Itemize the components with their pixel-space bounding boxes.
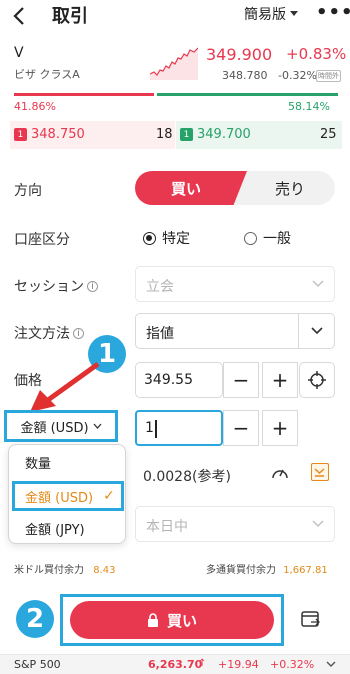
order-method-label: 注文方法 i	[14, 323, 84, 343]
chevron-down-icon	[312, 280, 324, 288]
expiry-select[interactable]: 本日中	[135, 506, 335, 542]
multi-buying-power-label: 多通貨買付余力	[206, 565, 276, 576]
price-decrement-button[interactable]: −	[223, 362, 259, 398]
dropdown-item-usd-label: 金額 (USD)	[25, 490, 94, 506]
info-icon[interactable]: i	[73, 327, 84, 339]
buy-toggle[interactable]: 買い	[135, 171, 247, 205]
radio-empty-icon	[244, 231, 257, 245]
expiry-value: 本日中	[146, 519, 188, 535]
caret-down-icon	[290, 11, 298, 16]
ratio-bar-buy	[157, 93, 338, 96]
stock-change-pct: +0.83%	[286, 45, 347, 63]
crosshair-icon	[308, 371, 326, 389]
back-arrow-icon	[13, 7, 24, 25]
stock-price: 349.900	[206, 45, 273, 64]
mode-label: 簡易版	[244, 7, 286, 23]
session-label: セッション i	[14, 276, 98, 296]
price-increment-button[interactable]: +	[262, 362, 298, 398]
speed-gauge-icon[interactable]	[270, 464, 290, 486]
after-hours-badge: 時間外	[316, 70, 341, 82]
account-general-radio[interactable]: 一般	[244, 228, 291, 248]
ask-price[interactable]: 349.700	[197, 127, 251, 142]
usd-buying-power-label: 米ドル買付余力	[14, 565, 84, 576]
price-target-button[interactable]	[299, 362, 335, 398]
session-select[interactable]: 立会	[135, 266, 335, 302]
index-name: S&P 500	[14, 658, 61, 671]
estimate-text: 0.0028(参考)	[143, 469, 231, 485]
order-method-select[interactable]: 指値	[135, 313, 335, 349]
amount-input[interactable]: 1	[135, 410, 223, 446]
index-ticker-bar[interactable]: S&P 500 6,263.70 ↑ +19.94 +0.32%	[0, 654, 350, 674]
index-change: +19.94	[218, 658, 259, 671]
buy-ratio: 58.14%	[288, 100, 330, 113]
buy-button-label: 買い	[166, 611, 197, 630]
ask-qty: 25	[320, 127, 337, 142]
ask-level-badge: 1	[180, 128, 193, 141]
multi-buying-power-value: 1,667.81	[283, 565, 328, 576]
session-label-text: セッション	[14, 279, 84, 295]
chevron-down-icon[interactable]	[326, 661, 336, 668]
lock-icon	[147, 613, 158, 627]
sell-ratio: 41.86%	[14, 100, 56, 113]
usd-buying-power: 米ドル買付余力 8.43	[14, 561, 115, 576]
session-value: 立会	[146, 279, 174, 295]
page-title: 取引	[52, 6, 88, 27]
stock-name: ビザ クラスA	[14, 68, 80, 81]
info-icon[interactable]: i	[87, 280, 98, 292]
amount-decrement-button[interactable]: −	[223, 410, 259, 446]
mode-selector[interactable]: 簡易版	[244, 4, 298, 24]
price-value: 349.55	[144, 372, 193, 388]
account-specific-radio[interactable]: 特定	[143, 228, 190, 248]
chevron-down-icon	[312, 520, 324, 528]
more-dots-icon[interactable]: •••	[316, 2, 350, 23]
amount-type-label: 金額 (USD)	[20, 420, 89, 436]
order-method-label-text: 注文方法	[14, 326, 70, 342]
multi-currency-buying-power: 多通貨買付余力 1,667.81	[206, 561, 328, 576]
direction-label: 方向	[14, 183, 42, 199]
stock-ticker: V	[14, 45, 24, 61]
prev-price: 348.780	[222, 69, 268, 82]
price-input[interactable]: 349.55	[135, 362, 223, 398]
index-change-pct: +0.32%	[270, 658, 315, 671]
up-arrow-icon: ↑	[198, 658, 207, 669]
step-2-callout: 2	[16, 600, 54, 638]
step-2-number: 2	[25, 604, 45, 634]
bid-price[interactable]: 348.750	[31, 127, 85, 142]
account-label: 口座区分	[14, 232, 70, 248]
bid-level-badge: 1	[14, 128, 27, 141]
sell-toggle-label: 売り	[274, 179, 305, 198]
text-cursor	[155, 420, 157, 438]
direction-toggle: 買い 売り	[135, 171, 335, 205]
usd-buying-power-value: 8.43	[93, 565, 116, 576]
bid-qty: 18	[156, 127, 173, 142]
buy-button[interactable]: 買い	[70, 601, 274, 639]
account-specific-label: 特定	[162, 231, 190, 247]
prev-change: -0.32%	[278, 69, 317, 82]
sell-toggle[interactable]: 売り	[245, 171, 335, 205]
dropdown-item-jpy[interactable]: 金額 (JPY)	[25, 519, 85, 538]
order-method-value: 指値	[146, 326, 174, 342]
index-value: 6,263.70	[148, 658, 203, 671]
back-button[interactable]	[8, 4, 32, 28]
chevron-down-icon	[93, 423, 102, 429]
checkmark-icon: ✓	[103, 488, 115, 504]
dropdown-item-usd[interactable]: 金額 (USD) ✓	[12, 481, 124, 511]
amount-increment-button[interactable]: +	[262, 410, 298, 446]
buy-toggle-label: 買い	[170, 179, 201, 198]
price-sparkline	[150, 47, 198, 80]
step-1-arrow	[30, 362, 100, 412]
radio-selected-icon	[143, 231, 156, 245]
calculator-icon[interactable]	[311, 463, 329, 481]
ratio-bar-sell	[14, 93, 154, 96]
amount-type-dropdown: 数量 金額 (USD) ✓ 金額 (JPY)	[8, 444, 126, 544]
account-general-label: 一般	[263, 231, 291, 247]
amount-type-selector[interactable]: 金額 (USD)	[4, 410, 118, 442]
amount-value: 1	[145, 420, 154, 436]
chevron-down-icon	[310, 327, 323, 335]
order-history-icon[interactable]	[301, 611, 321, 633]
dropdown-item-quantity[interactable]: 数量	[25, 453, 51, 472]
